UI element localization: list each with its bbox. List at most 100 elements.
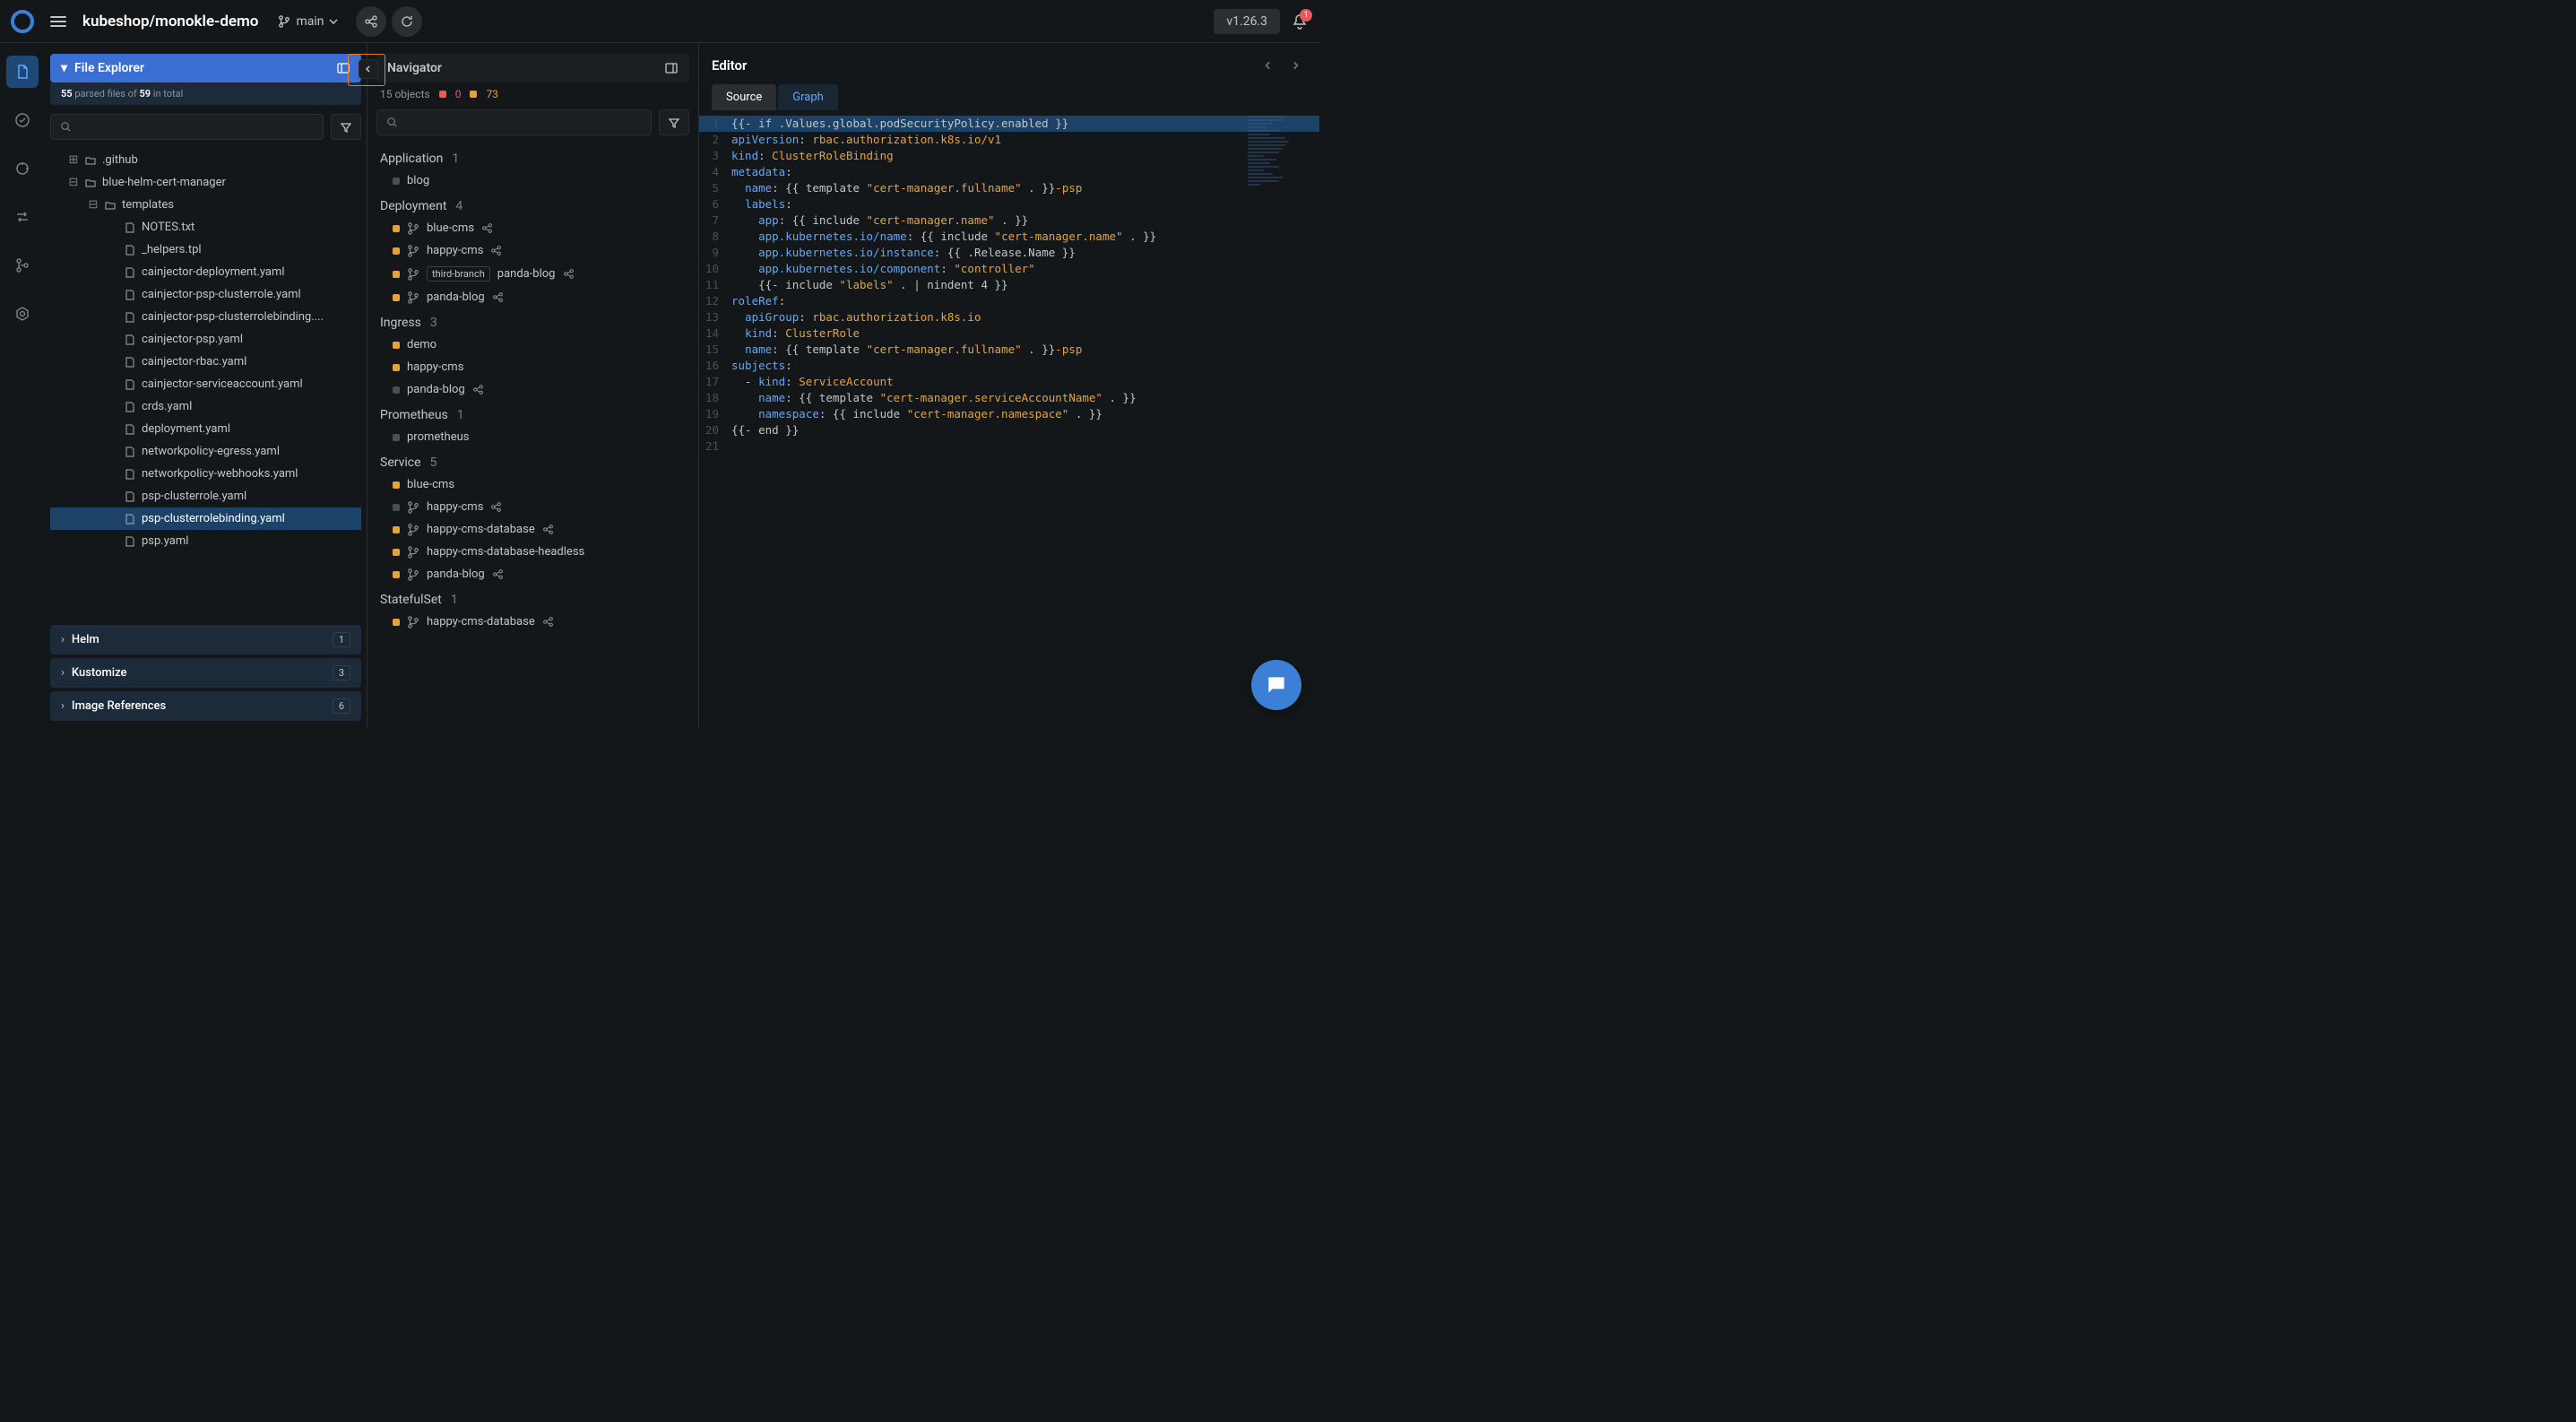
expand-icon[interactable]: ⊞ (68, 153, 79, 167)
navigator-item[interactable]: demo (376, 334, 689, 356)
section-row[interactable]: ›Helm1 (50, 625, 361, 655)
share-icon (492, 291, 504, 303)
navigator-item[interactable]: prometheus (376, 426, 689, 448)
file-row[interactable]: psp-clusterrole.yaml (50, 485, 361, 507)
rail-files-icon[interactable] (6, 56, 39, 88)
file-row[interactable]: psp.yaml (50, 530, 361, 552)
rail-validate-icon[interactable] (6, 104, 39, 136)
status-dot-icon (393, 178, 400, 185)
status-dot-icon (393, 526, 400, 533)
navigator-group-header[interactable]: StatefulSet1 (376, 585, 689, 611)
minimap[interactable] (1248, 116, 1310, 187)
rail-settings-icon[interactable] (6, 298, 39, 330)
section-row[interactable]: ›Image References6 (50, 691, 361, 721)
group-count: 4 (455, 199, 462, 213)
file-row[interactable]: NOTES.txt (50, 216, 361, 238)
editor-prev-button[interactable] (1257, 54, 1280, 77)
navigator-item[interactable]: happy-cms (376, 239, 689, 262)
folder-row[interactable]: ⊞.github (50, 149, 361, 171)
navigator-item-label: panda-blog (427, 290, 485, 304)
collapse-icon[interactable]: ⊟ (88, 198, 99, 212)
navigator-item[interactable]: happy-cms (376, 356, 689, 378)
editor-title: Editor (712, 57, 1257, 74)
navigator-group-header[interactable]: Application1 (376, 144, 689, 169)
navigator-item[interactable]: third-branchpanda-blog (376, 262, 689, 286)
notifications-button[interactable]: 1 (1291, 13, 1309, 30)
file-row[interactable]: cainjector-psp-clusterrole.yaml (50, 283, 361, 306)
navigator-item[interactable]: happy-cms-database-headless (376, 541, 689, 563)
file-row[interactable]: deployment.yaml (50, 418, 361, 440)
code-line: 6 labels: (699, 196, 1319, 212)
file-row[interactable]: crds.yaml (50, 395, 361, 418)
line-number: 6 (699, 196, 731, 212)
navigator-search-input[interactable] (376, 109, 652, 135)
share-icon (542, 524, 554, 535)
file-icon (124, 446, 136, 458)
navigator-item[interactable]: happy-cms-database (376, 611, 689, 633)
navigator-item[interactable]: panda-blog (376, 286, 689, 308)
file-row[interactable]: cainjector-psp-clusterrolebinding.... (50, 306, 361, 328)
navigator-item[interactable]: happy-cms (376, 496, 689, 518)
git-branch-icon (407, 568, 419, 581)
group-name: Deployment (380, 199, 446, 213)
status-dot-icon (393, 434, 400, 441)
editor-tab[interactable]: Source (712, 84, 776, 110)
code-line: 8 app.kubernetes.io/name: {{ include "ce… (699, 229, 1319, 245)
section-row[interactable]: ›Kustomize3 (50, 658, 361, 688)
file-row[interactable]: networkpolicy-webhooks.yaml (50, 463, 361, 485)
file-row[interactable]: psp-clusterrolebinding.yaml (50, 507, 361, 530)
branch-selector[interactable]: main (278, 14, 338, 29)
navigator-group-header[interactable]: Deployment 4 (376, 192, 689, 217)
version-pill[interactable]: v1.26.3 (1214, 9, 1280, 34)
panel-collapse-button[interactable] (359, 59, 378, 79)
file-icon (124, 468, 136, 481)
line-number: 21 (699, 438, 731, 455)
navigator-item[interactable]: panda-blog (376, 563, 689, 585)
collapse-panel-icon[interactable] (336, 61, 350, 75)
file-search-input[interactable] (50, 114, 324, 140)
navigator-item[interactable]: blog (376, 169, 689, 192)
folder-row[interactable]: ⊟blue-helm-cert-manager (50, 171, 361, 194)
navigator-group-header[interactable]: Ingress3 (376, 308, 689, 334)
file-filter-button[interactable] (331, 114, 361, 140)
collapse-icon[interactable]: ⊟ (68, 176, 79, 189)
file-row[interactable]: cainjector-psp.yaml (50, 328, 361, 351)
file-row[interactable]: cainjector-rbac.yaml (50, 351, 361, 373)
file-explorer-panel: ▾ File Explorer 55 parsed files of 59 in… (45, 43, 367, 728)
file-icon (124, 535, 136, 548)
hamburger-menu-icon[interactable] (50, 13, 66, 30)
navigator-filter-button[interactable] (659, 109, 689, 135)
file-row[interactable]: cainjector-serviceaccount.yaml (50, 373, 361, 395)
file-row[interactable]: cainjector-deployment.yaml (50, 261, 361, 283)
share-button[interactable] (356, 6, 386, 37)
file-row[interactable]: networkpolicy-egress.yaml (50, 440, 361, 463)
navigator-item[interactable]: panda-blog (376, 378, 689, 401)
rail-compare-icon[interactable] (6, 201, 39, 233)
rail-git-icon[interactable] (6, 249, 39, 282)
navigator-stats: 15 objects 0 73 (376, 82, 689, 109)
status-dot-icon (393, 571, 400, 578)
chat-button[interactable] (1251, 660, 1301, 710)
group-name: Ingress (380, 316, 421, 330)
navigator-group-header[interactable]: Prometheus1 (376, 401, 689, 426)
editor-next-button[interactable] (1284, 54, 1307, 77)
side-rail (0, 43, 45, 728)
file-icon (124, 490, 136, 503)
navigator-item[interactable]: happy-cms-database (376, 518, 689, 541)
refresh-button[interactable] (392, 6, 422, 37)
code-editor[interactable]: 1{{- if .Values.global.podSecurityPolicy… (699, 110, 1319, 455)
editor-tab[interactable]: Graph (778, 84, 838, 110)
folder-row[interactable]: ⊟templates (50, 194, 361, 216)
code-line: 12roleRef: (699, 293, 1319, 309)
search-icon (60, 121, 72, 133)
collapse-panel-icon[interactable] (664, 61, 679, 75)
code-line: 3kind: ClusterRoleBinding (699, 148, 1319, 164)
navigator-group-header[interactable]: Service5 (376, 448, 689, 473)
rail-sync-icon[interactable] (6, 152, 39, 185)
file-explorer-header[interactable]: ▾ File Explorer (50, 54, 361, 82)
file-row[interactable]: _helpers.tpl (50, 238, 361, 261)
share-icon (490, 501, 502, 513)
status-dot-icon (393, 247, 400, 255)
navigator-item[interactable]: blue-cms (376, 217, 689, 239)
navigator-item[interactable]: blue-cms (376, 473, 689, 496)
